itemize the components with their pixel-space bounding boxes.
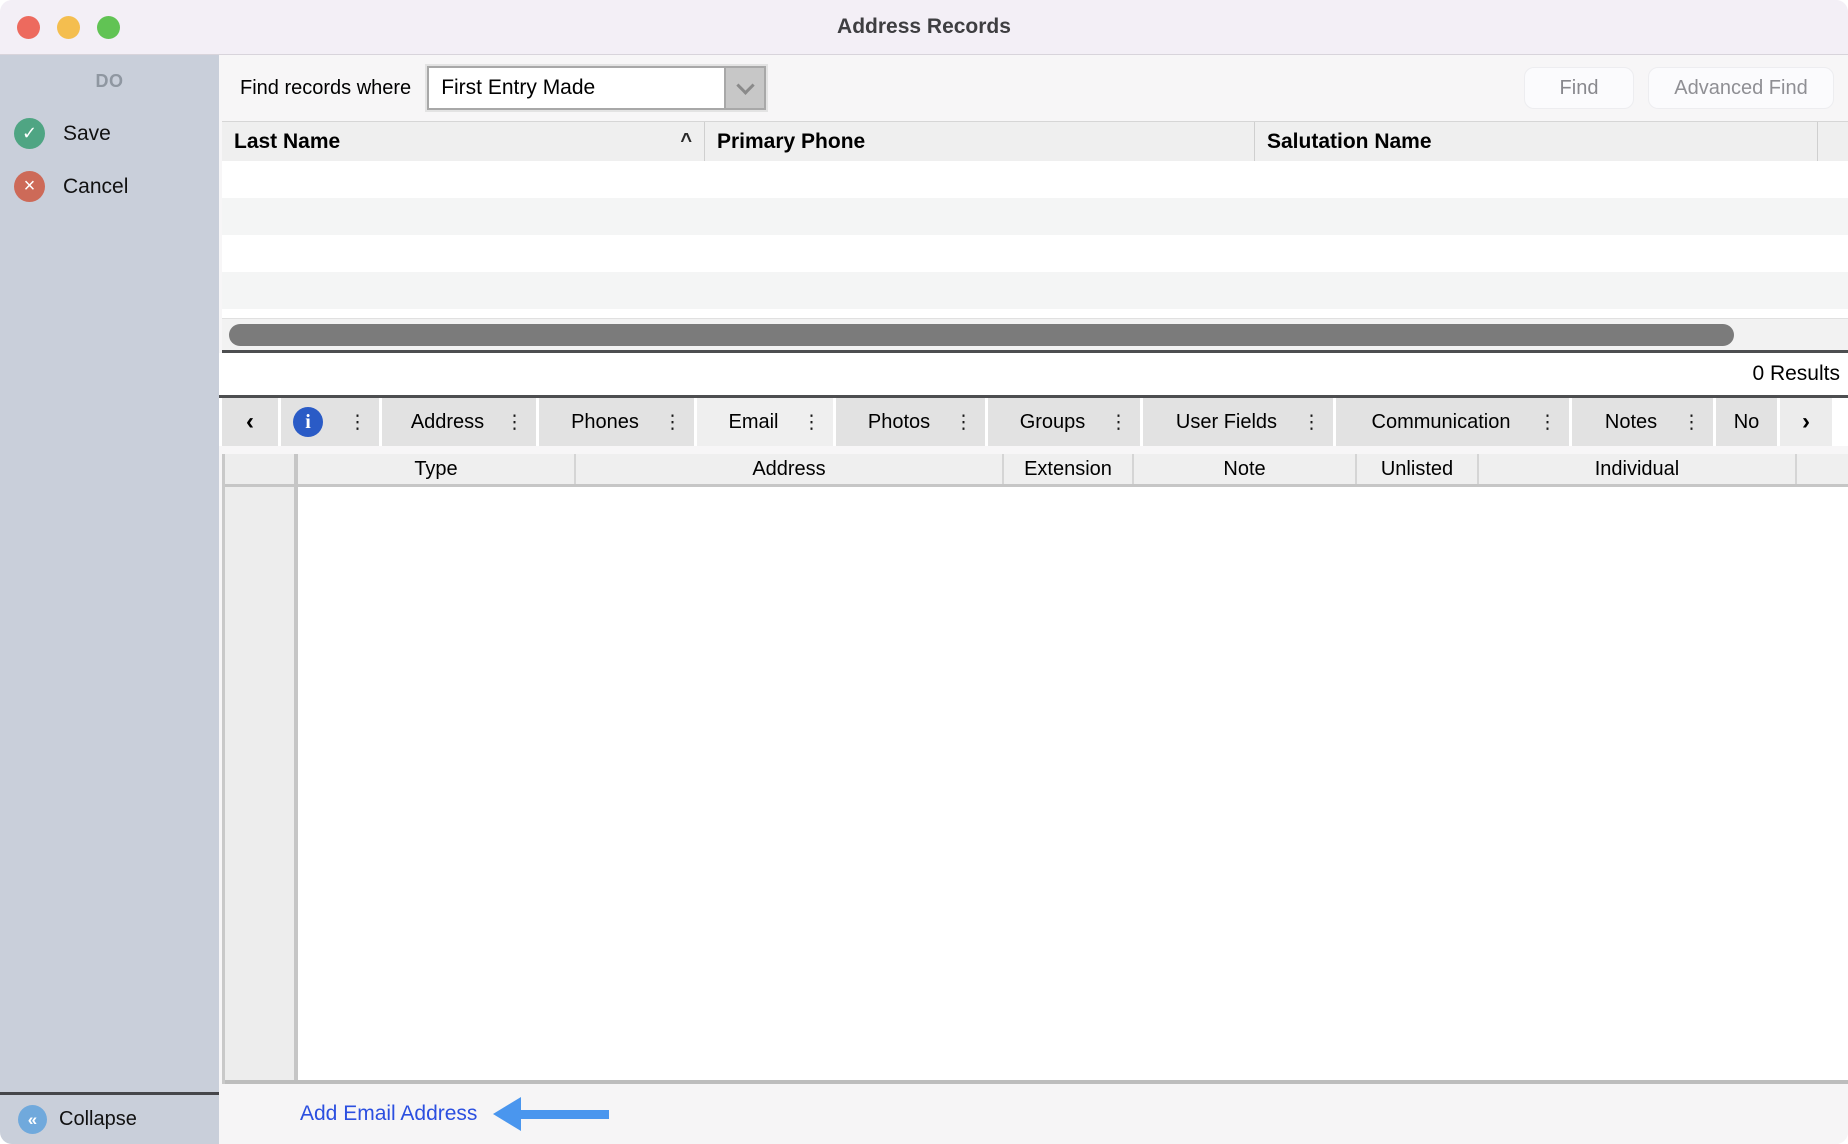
results-table-body xyxy=(222,161,1848,318)
horizontal-scrollbar[interactable] xyxy=(222,318,1848,350)
tab-menu-icon[interactable]: ⋮ xyxy=(348,411,367,434)
table-row xyxy=(222,198,1848,235)
tab-menu-icon[interactable]: ⋮ xyxy=(1538,411,1557,434)
tab-user-fields[interactable]: User Fields ⋮ xyxy=(1143,398,1333,446)
tab-photos[interactable]: Photos ⋮ xyxy=(836,398,985,446)
close-window-button[interactable] xyxy=(17,16,40,39)
results-table-header: Last Name ^ Primary Phone Salutation Nam… xyxy=(222,121,1848,161)
tab-menu-icon[interactable]: ⋮ xyxy=(1682,411,1701,434)
sidebar: DO ✓ Save × Cancel « Collapse xyxy=(0,55,219,1144)
tab-menu-icon[interactable]: ⋮ xyxy=(505,411,524,434)
sort-ascending-icon: ^ xyxy=(680,130,692,153)
collapse-sidebar-button[interactable]: « Collapse xyxy=(0,1092,219,1144)
main-panel: Find records where First Entry Made Find… xyxy=(219,55,1848,1144)
row-gutter xyxy=(225,487,298,1080)
column-header-last-name[interactable]: Last Name ^ xyxy=(222,122,705,161)
double-chevron-left-icon: « xyxy=(18,1105,47,1134)
detail-table-empty-area xyxy=(298,487,1848,1080)
column-header-type[interactable]: Type xyxy=(298,454,576,484)
find-button[interactable]: Find xyxy=(1524,67,1634,109)
tab-menu-icon[interactable]: ⋮ xyxy=(1302,411,1321,434)
table-row xyxy=(222,235,1848,272)
results-table: Last Name ^ Primary Phone Salutation Nam… xyxy=(222,121,1848,353)
column-header-spacer xyxy=(1797,454,1848,484)
info-icon: i xyxy=(293,407,323,437)
tab-notes[interactable]: Notes ⋮ xyxy=(1572,398,1713,446)
x-icon: × xyxy=(14,171,45,202)
annotation-arrow-left-icon xyxy=(493,1097,609,1131)
window-title: Address Records xyxy=(837,15,1011,39)
last-name-label: Last Name xyxy=(234,130,340,154)
row-gutter-header xyxy=(225,454,298,484)
email-detail-table: Type Address Extension Note Unlisted Ind… xyxy=(222,454,1848,1084)
tab-phones[interactable]: Phones ⋮ xyxy=(539,398,694,446)
chevron-down-icon xyxy=(736,76,754,94)
add-email-address-link[interactable]: Add Email Address xyxy=(300,1102,477,1126)
tab-communication[interactable]: Communication ⋮ xyxy=(1336,398,1569,446)
column-header-note[interactable]: Note xyxy=(1134,454,1357,484)
tab-email[interactable]: Email ⋮ xyxy=(697,398,833,446)
table-row xyxy=(222,272,1848,309)
save-button[interactable]: ✓ Save xyxy=(0,118,219,149)
tab-groups[interactable]: Groups ⋮ xyxy=(988,398,1140,446)
collapse-label: Collapse xyxy=(59,1108,137,1131)
tab-menu-icon[interactable]: ⋮ xyxy=(954,411,973,434)
app-window: Address Records DO ✓ Save × Cancel « Col… xyxy=(0,0,1848,1144)
detail-table-body xyxy=(225,487,1848,1080)
zoom-window-button[interactable] xyxy=(97,16,120,39)
table-row xyxy=(222,161,1848,198)
dropdown-button[interactable] xyxy=(724,68,764,108)
find-field-dropdown[interactable]: First Entry Made xyxy=(427,66,766,110)
find-bar: Find records where First Entry Made Find… xyxy=(219,55,1848,121)
tab-partial[interactable]: No xyxy=(1716,398,1777,446)
tabs-scroll-right-button[interactable]: › xyxy=(1780,398,1832,446)
save-label: Save xyxy=(63,122,111,146)
tab-menu-icon[interactable]: ⋮ xyxy=(663,411,682,434)
find-field-dropdown-value: First Entry Made xyxy=(429,68,724,108)
detail-tab-bar: ‹ i ⋮ Address ⋮ Phones ⋮ Email ⋮ xyxy=(219,395,1848,446)
tab-menu-icon[interactable]: ⋮ xyxy=(1109,411,1128,434)
tab-address[interactable]: Address ⋮ xyxy=(382,398,536,446)
tabs-scroll-left-button[interactable]: ‹ xyxy=(222,398,278,446)
advanced-find-button[interactable]: Advanced Find xyxy=(1648,67,1834,109)
title-bar: Address Records xyxy=(0,0,1848,55)
column-header-address[interactable]: Address xyxy=(576,454,1004,484)
cancel-button[interactable]: × Cancel xyxy=(0,171,219,202)
detail-table-header: Type Address Extension Note Unlisted Ind… xyxy=(225,454,1848,484)
tab-info[interactable]: i ⋮ xyxy=(281,398,379,446)
tab-menu-icon[interactable]: ⋮ xyxy=(802,411,821,434)
scrollbar-thumb[interactable] xyxy=(229,324,1734,346)
find-records-label: Find records where xyxy=(240,77,411,100)
sidebar-header: DO xyxy=(0,55,219,92)
results-count: 0 Results xyxy=(219,353,1848,395)
column-header-extension[interactable]: Extension xyxy=(1004,454,1134,484)
minimize-window-button[interactable] xyxy=(57,16,80,39)
check-icon: ✓ xyxy=(14,118,45,149)
detail-footer: Add Email Address xyxy=(219,1084,1848,1144)
column-header-spacer xyxy=(1818,122,1848,161)
traffic-lights xyxy=(17,16,120,39)
column-header-individual[interactable]: Individual xyxy=(1479,454,1797,484)
column-header-unlisted[interactable]: Unlisted xyxy=(1357,454,1479,484)
cancel-label: Cancel xyxy=(63,175,128,199)
column-header-primary-phone[interactable]: Primary Phone xyxy=(705,122,1255,161)
column-header-salutation-name[interactable]: Salutation Name xyxy=(1255,122,1818,161)
